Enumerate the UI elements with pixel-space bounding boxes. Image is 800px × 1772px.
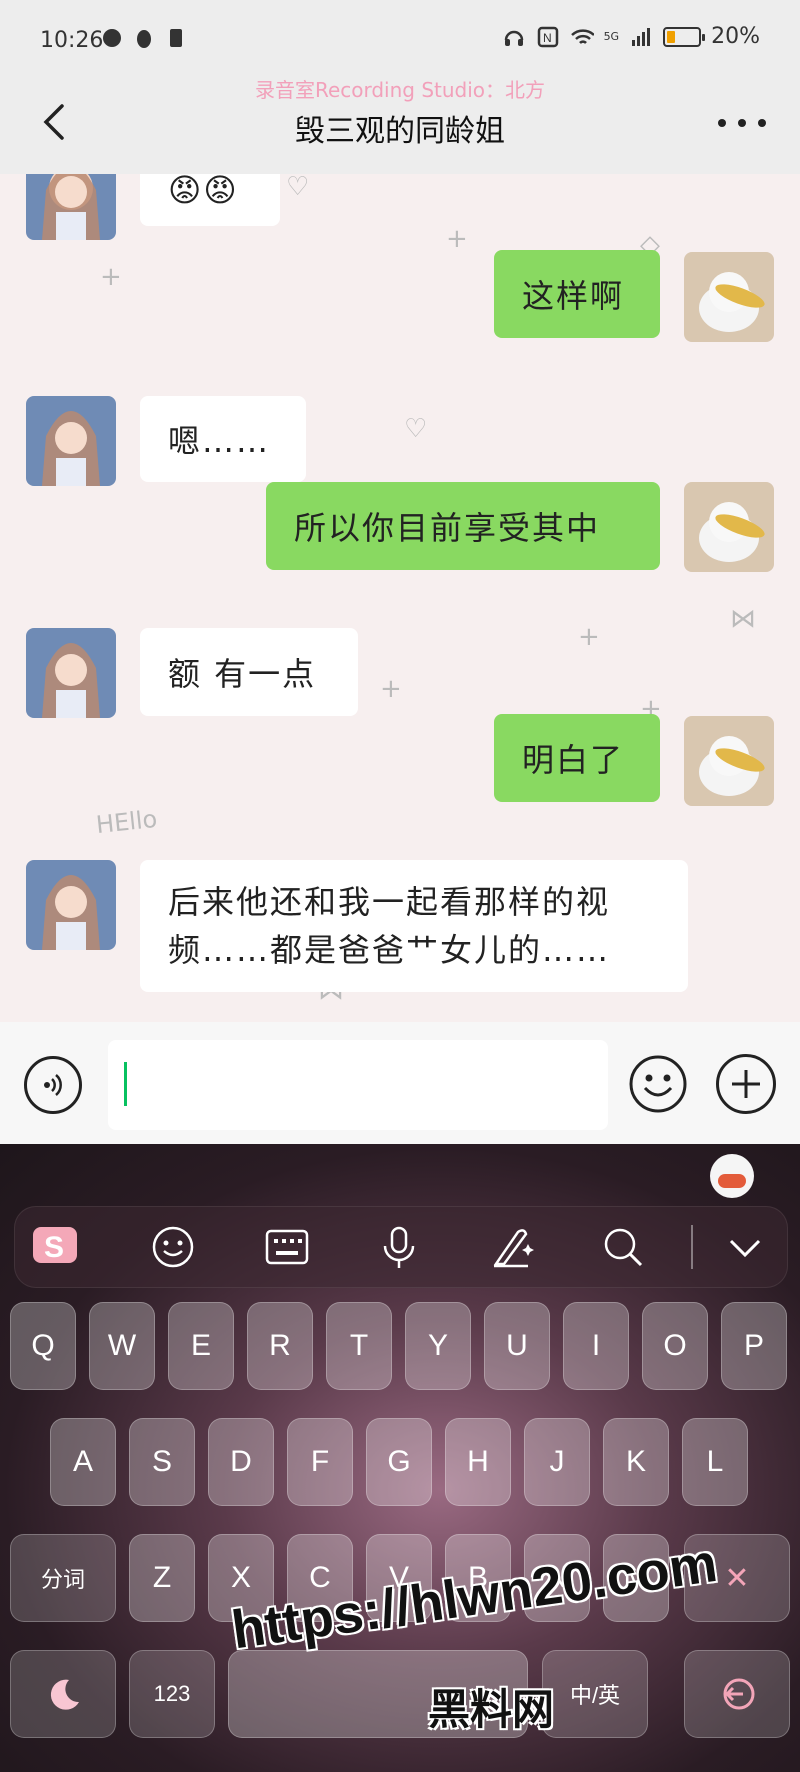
nfc-icon: N <box>536 25 560 49</box>
chat-area: ♡ + ◇ + ♡ + ⋈ + + HEllo ✿ ⋈ 😡😡 这样啊 嗯…… 所… <box>0 174 800 1022</box>
battery-percent: 20% <box>711 24 760 49</box>
keyboard-toolbar: S <box>14 1206 788 1288</box>
my-avatar[interactable] <box>684 716 774 806</box>
mic-icon[interactable] <box>373 1221 425 1273</box>
sparkle-doodle-icon: + <box>578 622 600 652</box>
globe-icon <box>100 26 124 50</box>
key-d[interactable]: D <box>208 1418 274 1506</box>
toolbar-divider <box>691 1225 693 1269</box>
headphones-icon <box>502 25 526 49</box>
enter-key[interactable] <box>684 1650 790 1738</box>
chat-header: 录音室Recording Studio：北方 毁三观的同龄姐 <box>0 70 800 174</box>
key-r[interactable]: R <box>247 1302 313 1390</box>
message-bubble: 额 有一点 <box>140 628 358 716</box>
key-t[interactable]: T <box>326 1302 392 1390</box>
emoji-icon[interactable] <box>628 1054 688 1114</box>
key-a[interactable]: A <box>50 1418 116 1506</box>
key-j[interactable]: J <box>524 1418 590 1506</box>
sparkle-doodle-icon: + <box>100 262 122 292</box>
key-y[interactable]: Y <box>405 1302 471 1390</box>
key-u[interactable]: U <box>484 1302 550 1390</box>
status-time: 10:26 <box>40 28 104 53</box>
network-label: 5G <box>603 30 620 43</box>
enter-icon <box>723 1678 755 1710</box>
status-bar: 10:26 N 5G 20% <box>0 0 800 70</box>
svg-text:S: S <box>44 1231 64 1264</box>
wifi-icon <box>570 25 594 49</box>
more-icon[interactable] <box>718 108 766 138</box>
key-z[interactable]: Z <box>129 1534 195 1622</box>
key-g[interactable]: G <box>366 1418 432 1506</box>
key-o[interactable]: O <box>642 1302 708 1390</box>
my-avatar[interactable] <box>684 252 774 342</box>
emoji-icon[interactable] <box>147 1221 199 1273</box>
key-h[interactable]: H <box>445 1418 511 1506</box>
chevron-down-icon[interactable] <box>719 1221 771 1273</box>
text-caret <box>124 1062 127 1106</box>
language-key[interactable]: 中/英 <box>542 1650 648 1738</box>
message-bubble: 后来他还和我一起看那样的视频……都是爸爸艹女儿的…… <box>140 860 688 992</box>
key-q[interactable]: Q <box>10 1302 76 1390</box>
key-i[interactable]: I <box>563 1302 629 1390</box>
heart-doodle-icon: ♡ <box>404 414 428 444</box>
message-bubble: 😡😡 <box>140 174 280 226</box>
handwriting-icon[interactable] <box>485 1221 537 1273</box>
contact-avatar[interactable] <box>26 628 116 718</box>
contact-avatar[interactable] <box>26 396 116 486</box>
plus-icon[interactable] <box>716 1054 776 1114</box>
key-w[interactable]: W <box>89 1302 155 1390</box>
search-icon[interactable] <box>597 1221 649 1273</box>
sim-icon <box>164 26 188 50</box>
qq-icon <box>132 26 156 50</box>
number-key[interactable]: 123 <box>129 1650 215 1738</box>
moon-icon <box>50 1679 79 1710</box>
sparkle-doodle-icon: + <box>446 224 468 254</box>
keyboard-icon[interactable] <box>261 1221 313 1273</box>
contact-avatar[interactable] <box>26 174 116 240</box>
chat-title: 毁三观的同龄姐 <box>295 114 505 149</box>
my-avatar[interactable] <box>684 482 774 572</box>
message-input[interactable] <box>108 1040 608 1130</box>
key-e[interactable]: E <box>168 1302 234 1390</box>
key-l[interactable]: L <box>682 1418 748 1506</box>
message-bubble: 明白了 <box>494 714 660 802</box>
soft-keyboard: S Q W E R T Y U I O P A S D F G H J K L <box>0 1144 800 1772</box>
hello-doodle: HEllo <box>94 804 159 840</box>
segment-key[interactable]: 分词 <box>10 1534 116 1622</box>
sparkle-doodle-icon: + <box>380 674 402 704</box>
message-bubble: 这样啊 <box>494 250 660 338</box>
signal-icon <box>629 25 653 49</box>
bow-doodle-icon: ⋈ <box>730 604 756 634</box>
sogou-logo-icon[interactable]: S <box>29 1221 81 1273</box>
battery-icon <box>663 26 706 47</box>
svg-text:N: N <box>543 31 552 45</box>
heart-doodle-icon: ♡ <box>286 174 310 202</box>
recording-label: 录音室Recording Studio：北方 <box>254 78 546 102</box>
watermark-name: 黑料网 <box>428 1685 555 1734</box>
moon-key[interactable] <box>10 1650 116 1738</box>
contact-avatar[interactable] <box>26 860 116 950</box>
input-bar <box>0 1022 800 1144</box>
voice-icon[interactable] <box>24 1056 82 1114</box>
message-bubble: 嗯…… <box>140 396 306 482</box>
key-p[interactable]: P <box>721 1302 787 1390</box>
keyboard-mascot-icon[interactable] <box>710 1154 754 1198</box>
key-s[interactable]: S <box>129 1418 195 1506</box>
key-k[interactable]: K <box>603 1418 669 1506</box>
key-f[interactable]: F <box>287 1418 353 1506</box>
message-bubble: 所以你目前享受其中 <box>266 482 660 570</box>
